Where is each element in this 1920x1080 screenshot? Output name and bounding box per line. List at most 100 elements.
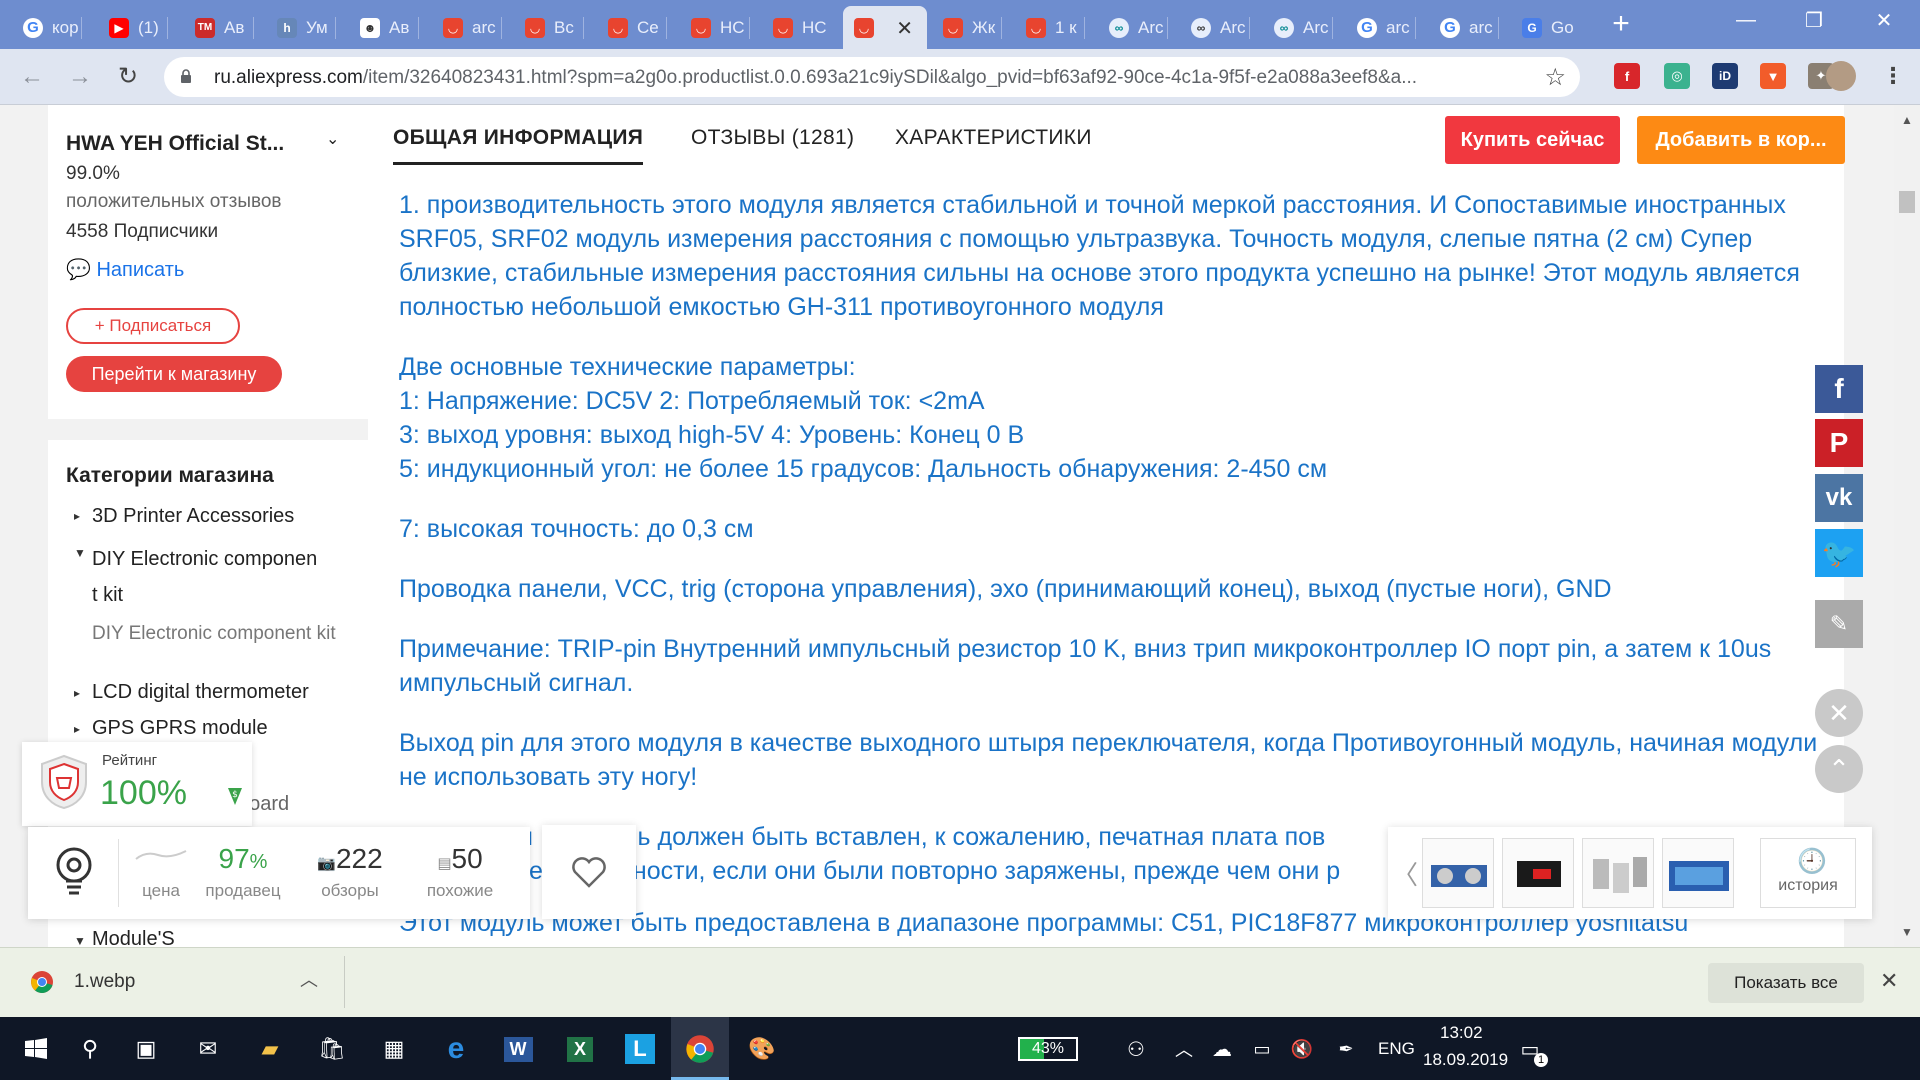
browser-tab[interactable]: G arc: [1429, 6, 1499, 49]
mail-icon[interactable]: ✉: [186, 1027, 230, 1071]
browser-tab[interactable]: ◡ arc: [432, 6, 502, 49]
search-icon[interactable]: ⚲: [68, 1027, 112, 1071]
browser-tab[interactable]: ◡ НС: [762, 6, 832, 49]
product-thumbnail[interactable]: [1582, 838, 1654, 908]
category-item[interactable]: Module'S: [92, 928, 175, 947]
green-extension-icon[interactable]: ◎: [1664, 63, 1690, 89]
chevron-down-icon[interactable]: ⌄: [326, 129, 339, 149]
minimize-button[interactable]: —: [1712, 0, 1780, 40]
chevron-up-icon[interactable]: ︿: [300, 966, 318, 992]
menu-icon[interactable]: ⋮: [1880, 63, 1906, 89]
browser-tab-active[interactable]: ◡ ✕: [843, 6, 927, 49]
page-scrollbar[interactable]: ▲ ▼: [1894, 105, 1920, 947]
excel-icon[interactable]: X: [558, 1027, 602, 1071]
show-all-downloads-button[interactable]: Показать все: [1708, 963, 1864, 1003]
browser-tab[interactable]: G кор: [12, 6, 82, 49]
reload-button[interactable]: ↻: [112, 61, 144, 93]
product-thumbnail[interactable]: [1662, 838, 1734, 908]
battery-indicator[interactable]: 43%: [1018, 1037, 1078, 1061]
back-button[interactable]: ←: [16, 61, 48, 93]
browser-tab[interactable]: G Go: [1511, 6, 1587, 49]
close-download-bar-icon[interactable]: ✕: [1880, 968, 1898, 994]
category-item[interactable]: LCD digital thermometer: [92, 681, 309, 704]
scroll-up-arrow-icon[interactable]: ▲: [1901, 113, 1913, 127]
notifications-icon[interactable]: ▭ 1: [1508, 1027, 1552, 1071]
rating-widget[interactable]: Рейтинг 100% $: [22, 742, 252, 826]
category-item[interactable]: 3D Printer Accessories: [92, 505, 294, 528]
browser-tab[interactable]: ☻ Ав: [349, 6, 419, 49]
scroll-down-arrow-icon[interactable]: ▼: [1901, 925, 1913, 939]
product-thumbnail[interactable]: [1422, 838, 1494, 908]
new-tab-button[interactable]: +: [1603, 6, 1639, 42]
battery-tray-icon[interactable]: ▭: [1240, 1027, 1284, 1071]
brave-extension-icon[interactable]: ▼: [1760, 63, 1786, 89]
twitter-share-icon[interactable]: 🐦: [1815, 529, 1863, 577]
browser-tab[interactable]: ∞ Arc: [1180, 6, 1250, 49]
facebook-share-icon[interactable]: f: [1815, 365, 1863, 413]
add-to-cart-button[interactable]: Добавить в кор...: [1637, 116, 1845, 164]
subcategory-item[interactable]: DIY Electronic component kit: [92, 622, 342, 646]
browser-tab[interactable]: ▶ (1): [98, 6, 168, 49]
scrollbar-thumb[interactable]: [1899, 191, 1915, 213]
address-bar[interactable]: ru.aliexpress.com/item/32640823431.html?…: [164, 57, 1580, 97]
calendar-icon[interactable]: ▦: [372, 1027, 416, 1071]
store-name[interactable]: HWA YEH Official St...: [66, 132, 284, 156]
volume-muted-icon[interactable]: 🔇: [1280, 1027, 1324, 1071]
browser-tab[interactable]: ∞ Arc: [1263, 6, 1333, 49]
restore-button[interactable]: ❐: [1780, 0, 1848, 40]
browser-tab[interactable]: G arc: [1346, 6, 1416, 49]
clock-date[interactable]: 18.09.2019: [1423, 1050, 1508, 1070]
subscribe-button[interactable]: + Подписаться: [66, 308, 240, 344]
buy-now-button[interactable]: Купить сейчас: [1445, 116, 1620, 164]
similar-count[interactable]: ▤50: [410, 843, 510, 875]
browser-tab[interactable]: h Ум: [266, 6, 336, 49]
message-link[interactable]: 💬 Написать: [66, 257, 184, 282]
close-circle-icon[interactable]: ✕: [1815, 689, 1863, 737]
edge-icon[interactable]: e: [434, 1027, 478, 1071]
tab-overview[interactable]: ОБЩАЯ ИНФОРМАЦИЯ: [393, 126, 644, 165]
l-app-icon[interactable]: L: [618, 1027, 662, 1071]
product-thumbnail[interactable]: [1502, 838, 1574, 908]
id-extension-icon[interactable]: iD: [1712, 63, 1738, 89]
pinterest-share-icon[interactable]: P: [1815, 419, 1863, 467]
browser-tab[interactable]: ◡ НС: [680, 6, 750, 49]
browser-tab[interactable]: ∞ Arc: [1098, 6, 1168, 49]
browser-tab[interactable]: ◡ 1 к: [1015, 6, 1085, 49]
vk-share-icon[interactable]: vk: [1815, 474, 1863, 522]
reviews-count[interactable]: 📷222: [300, 843, 400, 875]
language-indicator[interactable]: ENG: [1378, 1039, 1415, 1059]
bookmark-star-icon[interactable]: ☆: [1544, 63, 1566, 92]
people-icon[interactable]: ⚇: [1114, 1027, 1158, 1071]
windows-start-icon[interactable]: [14, 1027, 58, 1071]
go-to-store-button[interactable]: Перейти к магазину: [66, 356, 282, 392]
category-item[interactable]: GPS GPRS module: [92, 717, 268, 740]
browser-tab[interactable]: ◡ Се: [597, 6, 667, 49]
close-tab-icon[interactable]: ✕: [896, 16, 913, 41]
tab-reviews[interactable]: ОТЗЫВЫ (1281): [691, 126, 854, 150]
browser-tab[interactable]: ◡ Вс: [514, 6, 584, 49]
chrome-taskbar-icon[interactable]: [678, 1027, 722, 1071]
edit-pencil-icon[interactable]: ✎: [1815, 600, 1863, 648]
history-button[interactable]: 🕘 история: [1760, 838, 1856, 908]
file-explorer-icon[interactable]: ▰: [248, 1027, 292, 1071]
wishlist-button[interactable]: [542, 825, 636, 919]
tab-specs[interactable]: ХАРАКТЕРИСТИКИ: [895, 126, 1092, 150]
scroll-top-icon[interactable]: ⌃: [1815, 745, 1863, 793]
close-window-button[interactable]: ✕: [1850, 0, 1918, 40]
flash-extension-icon[interactable]: f: [1614, 63, 1640, 89]
task-view-icon[interactable]: ▣: [124, 1027, 168, 1071]
avatar[interactable]: [1826, 61, 1856, 91]
browser-tab[interactable]: TM Ав: [184, 6, 254, 49]
forward-button[interactable]: →: [64, 61, 96, 93]
download-file-name[interactable]: 1.webp: [74, 971, 135, 993]
store-icon[interactable]: 🛍: [310, 1027, 354, 1071]
lightbulb-icon[interactable]: [54, 843, 94, 903]
chevron-left-icon[interactable]: 〈: [1392, 855, 1418, 892]
pen-icon[interactable]: ✒: [1324, 1027, 1368, 1071]
clock-time[interactable]: 13:02: [1440, 1023, 1483, 1043]
onedrive-icon[interactable]: ☁: [1200, 1027, 1244, 1071]
browser-tab[interactable]: ◡ Жк: [932, 6, 1002, 49]
category-item[interactable]: DIY Electronic componen t kit: [92, 541, 317, 613]
paint-icon[interactable]: 🎨: [740, 1027, 784, 1071]
word-icon[interactable]: W: [496, 1027, 540, 1071]
